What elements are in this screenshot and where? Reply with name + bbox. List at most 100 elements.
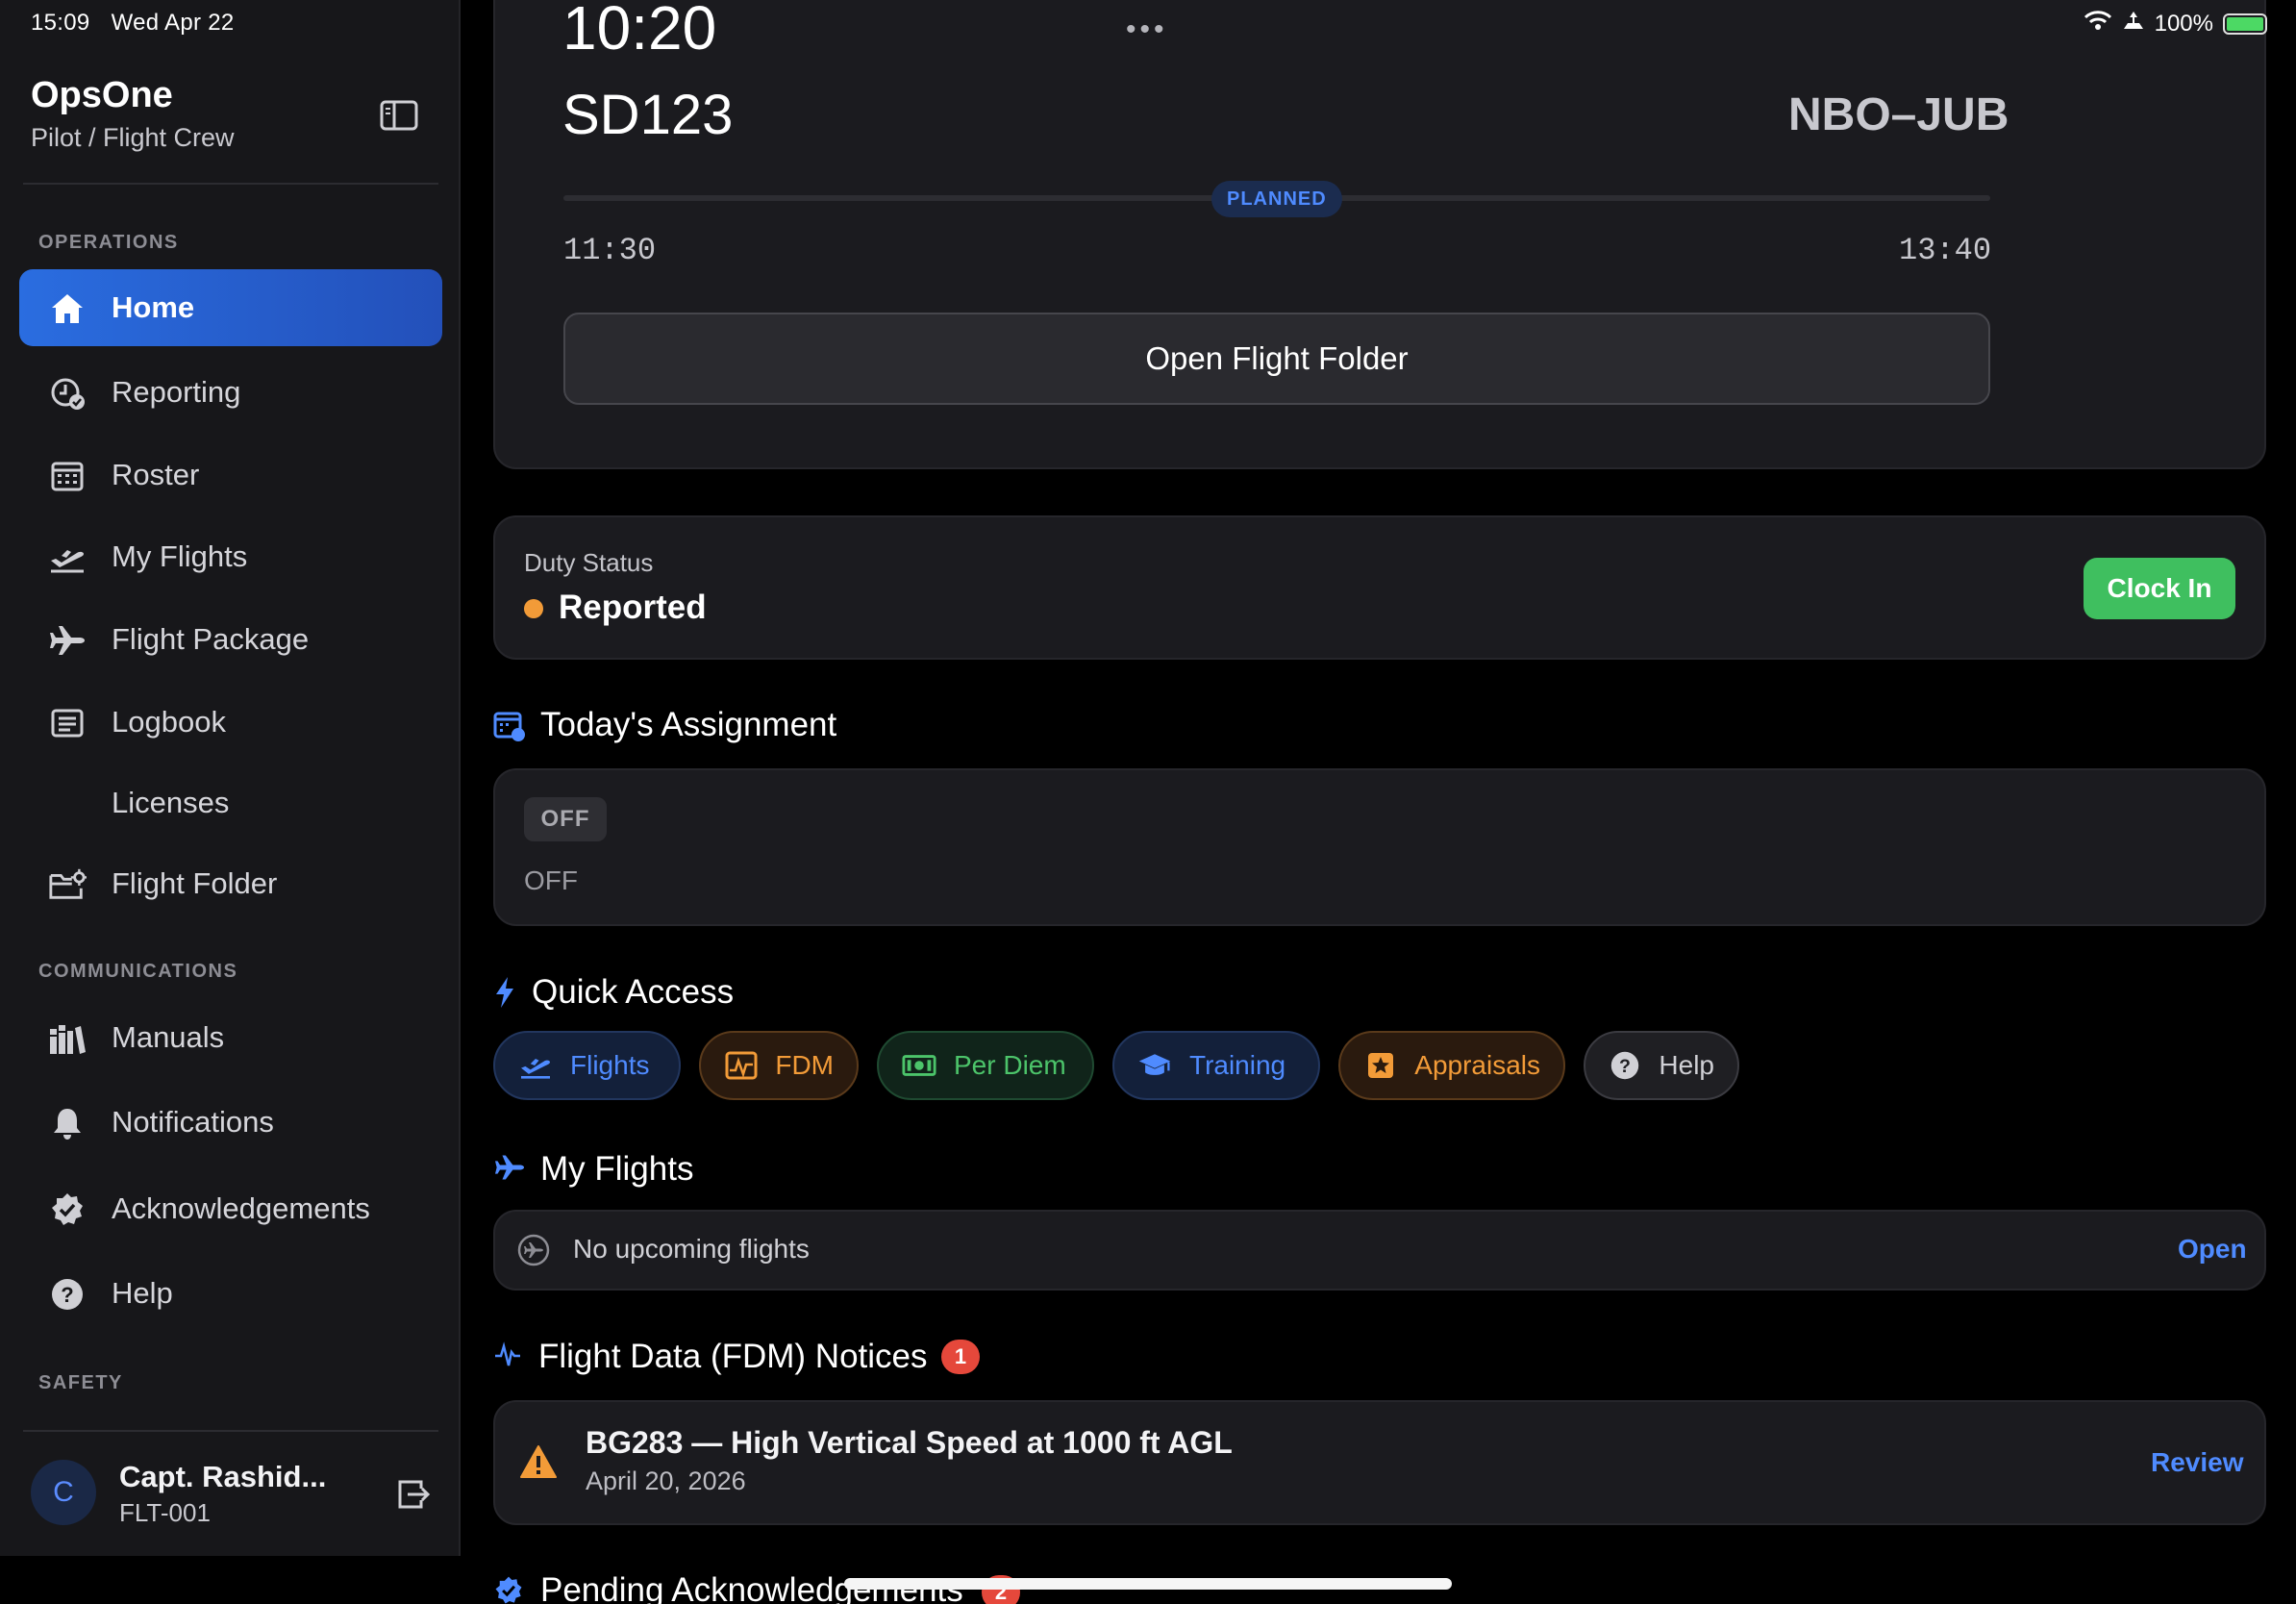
sidebar-item-notifications[interactable]: Notifications [19,1084,442,1161]
logbook-icon [48,705,87,741]
flight-route: NBO–JUB [1788,89,2009,140]
home-icon [48,290,87,327]
open-my-flights-link[interactable]: Open [2178,1234,2247,1265]
avatar[interactable]: C [31,1460,96,1525]
no-flights-text: No upcoming flights [573,1234,810,1264]
graduation-cap-icon [1137,1048,1172,1083]
sidebar-item-label: Roster [112,458,200,491]
departure-time: 11:30 [563,233,657,268]
help-icon: ? [48,1276,87,1313]
section-label-safety: SAFETY [38,1372,123,1393]
books-icon [48,1020,87,1057]
sidebar-divider [23,183,438,185]
folder-gear-icon [48,866,87,903]
sidebar-bottom-gap [0,1556,462,1604]
sidebar-item-label: Manuals [112,1020,225,1054]
location-icon [2122,10,2145,38]
quick-access-appraisals[interactable]: Appraisals [1338,1031,1565,1100]
fdm-notice-card[interactable] [493,1400,2266,1525]
sidebar-item-manuals[interactable]: Manuals [19,999,442,1076]
sidebar-item-label: Acknowledgements [112,1191,370,1225]
user-name: Capt. Rashid... [119,1460,327,1493]
home-indicator[interactable] [844,1578,1452,1590]
review-link[interactable]: Review [2151,1447,2244,1478]
quick-access-label: Per Diem [954,1050,1066,1080]
plane-icon [493,1153,526,1186]
open-flight-folder-button[interactable]: Open Flight Folder [563,313,1990,405]
assignment-chip: OFF [524,797,607,841]
sidebar-item-label: Help [112,1276,173,1310]
quick-access-label: Flights [570,1050,650,1080]
sidebar-divider [23,1430,438,1432]
sidebar-item-flight-package[interactable]: Flight Package [19,601,442,678]
sidebar-item-reporting[interactable]: Reporting [19,354,442,431]
help-icon: ? [1609,1048,1641,1083]
next-flight-card: 10:20 SD123 NBO–JUB PLANNED 11:30 13:40 … [493,0,2266,469]
status-badge: PLANNED [1211,181,1342,217]
quick-access-label: Appraisals [1414,1050,1540,1080]
plane-departure-icon [518,1048,553,1083]
more-dots-icon[interactable]: ••• [1126,13,1168,46]
quick-access-label: Training [1189,1050,1286,1080]
duty-status-card [493,515,2266,660]
wifi-icon [2084,10,2112,38]
sidebar-item-logbook[interactable]: Logbook [19,684,442,761]
quick-access-help[interactable]: ? Help [1584,1031,1739,1100]
sidebar: 15:09 Wed Apr 22 OpsOne Pilot / Flight Cr… [0,0,461,1556]
section-title-my-flights: My Flights [540,1150,694,1188]
section-title-fdm: Flight Data (FDM) Notices [538,1338,928,1375]
sidebar-item-home[interactable]: Home [19,269,442,346]
status-bar-right: 100% [2084,10,2267,38]
bolt-icon [493,976,526,1009]
section-title-assignment: Today's Assignment [540,706,837,743]
battery-icon [2223,13,2267,35]
calendar-icon [48,458,87,494]
sidebar-toggle-icon[interactable] [380,99,418,132]
duty-status-label: Duty Status [524,548,654,577]
section-title-quick-access: Quick Access [532,973,735,1011]
calendar-badge-icon [493,710,526,742]
status-time: 15:09 [31,10,90,36]
sidebar-item-label: Reporting [112,375,241,409]
sidebar-item-my-flights[interactable]: My Flights [19,518,442,595]
quick-access-per-diem[interactable]: Per Diem [877,1031,1094,1100]
fdm-count-badge: 1 [941,1340,980,1374]
star-square-icon [1363,1048,1397,1083]
cash-icon [902,1048,936,1083]
sidebar-item-licenses[interactable]: Licenses [19,764,442,841]
app-role: Pilot / Flight Crew [31,123,235,152]
sidebar-item-label: Flight Package [112,622,310,656]
sidebar-item-roster[interactable]: Roster [19,437,442,514]
arrival-time: 13:40 [1899,233,1992,268]
clock-check-icon [48,375,87,412]
section-label-communications: COMMUNICATIONS [38,961,238,982]
sidebar-item-help[interactable]: ? Help [19,1255,442,1332]
no-flights-icon [516,1233,551,1267]
sidebar-item-label: Notifications [112,1105,274,1139]
app-title: OpsOne [31,75,173,115]
logout-icon[interactable] [394,1476,431,1513]
bell-icon [48,1105,87,1141]
status-bar-left: 15:09 Wed Apr 22 [31,10,256,37]
sidebar-item-flight-folder[interactable]: Flight Folder [19,845,442,922]
flight-number: SD123 [562,84,734,146]
main-content: 10:20 SD123 NBO–JUB PLANNED 11:30 13:40 … [462,0,2296,1604]
sidebar-item-label: Licenses [112,786,230,819]
sidebar-item-acknowledgements[interactable]: Acknowledgements [19,1170,442,1247]
badge-check-icon [493,1575,526,1604]
sidebar-item-label: Logbook [112,705,226,739]
user-id: FLT-001 [119,1498,211,1527]
status-date: Wed Apr 22 [111,10,235,36]
pulse-icon [493,1341,526,1373]
warning-icon [519,1444,558,1479]
quick-access-flights[interactable]: Flights [493,1031,681,1100]
plane-icon [48,622,87,659]
sidebar-item-label: Flight Folder [112,866,278,900]
quick-access-training[interactable]: Training [1112,1031,1320,1100]
pulse-chart-icon [724,1048,758,1083]
quick-access-label: FDM [775,1050,834,1080]
clock-in-button[interactable]: Clock In [2084,558,2235,619]
section-label-operations: OPERATIONS [38,232,179,253]
plane-departure-icon [48,539,87,576]
quick-access-fdm[interactable]: FDM [699,1031,859,1100]
